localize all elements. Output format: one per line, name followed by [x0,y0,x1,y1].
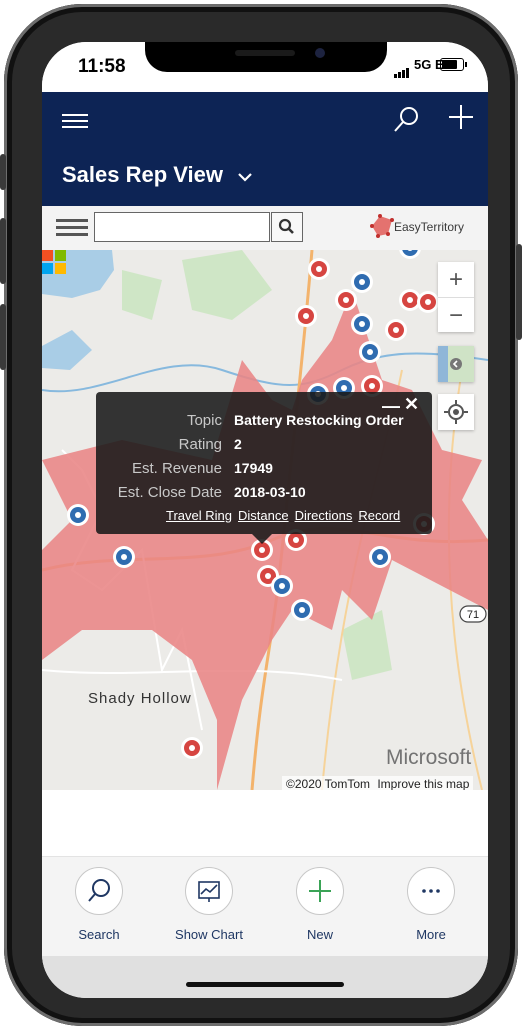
status-time: 11:58 [78,56,126,77]
map-pin[interactable] [113,546,135,568]
map-pin[interactable] [359,341,381,363]
record-popup: — ✕ Topic Battery Restocking Order Rating… [96,392,432,544]
map-pin[interactable] [351,271,373,293]
map-pin[interactable] [369,546,391,568]
show-chart-button[interactable]: Show Chart [164,867,254,957]
locate-me-button[interactable] [438,394,474,430]
map-pin[interactable] [417,291,439,313]
brand-name: EasyTerritory [394,220,465,234]
search-button-label: Search [78,927,120,942]
record-link[interactable]: Record [358,508,400,523]
phone-frame: 11:58 5G E Sales Rep View EasyTerritory [0,4,522,1026]
search-icon [88,879,110,902]
map-style-button[interactable] [438,346,474,382]
field-label: Rating [178,436,222,453]
popup-row-close-date: Est. Close Date 2018-03-10 [96,484,432,506]
view-title: Sales Rep View [62,162,224,187]
add-icon[interactable] [446,102,476,132]
map-pin[interactable] [385,319,407,341]
home-indicator[interactable] [186,982,344,987]
chart-icon [198,881,220,902]
popup-links: Travel Ring Distance Directions Record [166,508,406,523]
map-style-icon [438,346,474,382]
new-button[interactable]: New [275,867,365,957]
power-button [516,244,522,340]
map-pin[interactable] [295,305,317,327]
more-button[interactable]: More [386,867,476,957]
view-selector[interactable]: Sales Rep View [62,162,253,188]
travel-ring-link[interactable]: Travel Ring [166,508,232,523]
field-value: 17949 [234,460,273,476]
signal-icon [394,60,410,78]
easyterritory-logo: EasyTerritory [368,214,484,242]
map-view[interactable]: 71 + − Shady Hollow Microsoft ©2020 TomT… [42,250,488,790]
app-header: Sales Rep View [42,92,488,206]
volume-down-button [0,304,6,370]
map-pin[interactable] [271,575,293,597]
command-bar: Search Show Chart New More [42,856,488,957]
field-label: Est. Close Date [117,484,222,501]
map-pin[interactable] [399,250,421,259]
show-chart-button-label: Show Chart [175,927,243,942]
map-pin[interactable] [308,258,330,280]
popup-row-rating: Rating 2 [96,436,432,458]
map-pin[interactable] [335,289,357,311]
improve-map-link[interactable]: Improve this map [377,777,469,790]
field-label: Est. Revenue [131,460,222,477]
distance-link[interactable]: Distance [238,508,289,523]
search-icon [278,218,294,234]
zoom-control: + − [438,262,474,332]
locate-icon [444,400,468,424]
more-button-label: More [416,927,446,942]
home-indicator-area [42,956,488,998]
field-value: 2018-03-10 [234,484,306,500]
field-label: Topic [186,412,222,429]
menu-icon[interactable] [62,110,88,132]
route-number: 71 [467,609,479,621]
microsoft-logo-icon [42,250,66,274]
zoom-out-button[interactable]: − [438,298,474,333]
highway-shield: 71 [459,605,487,623]
search-button[interactable]: Search [54,867,144,957]
map-menu-icon[interactable] [56,215,88,241]
map-toolbar: EasyTerritory [42,206,488,250]
battery-icon [440,58,467,71]
popup-row-topic: Topic Battery Restocking Order [96,412,432,434]
plus-icon [309,880,331,902]
field-value: 2 [234,436,242,452]
directions-link[interactable]: Directions [295,508,353,523]
new-button-label: New [306,927,333,942]
map-search-button[interactable] [271,212,303,242]
map-pin[interactable] [181,737,203,759]
place-label: Shady Hollow [88,690,192,707]
mute-switch [0,154,6,190]
map-pin[interactable] [351,313,373,335]
field-value: Battery Restocking Order [234,412,404,428]
volume-up-button [0,218,6,284]
screen: 11:58 5G E Sales Rep View EasyTerritory [42,42,488,998]
ellipsis-icon [422,889,440,893]
popup-pointer [252,534,272,544]
map-pin[interactable] [291,599,313,621]
map-search-input[interactable] [94,212,270,242]
map-pin[interactable] [67,504,89,526]
notch [145,42,387,72]
territory-logo-icon [370,214,394,238]
chevron-down-icon [238,173,252,182]
popup-row-revenue: Est. Revenue 17949 [96,460,432,482]
copyright-text: ©2020 TomTom [286,777,370,790]
zoom-in-button[interactable]: + [438,262,474,297]
microsoft-wordmark: Microsoft [386,746,472,769]
search-icon[interactable] [392,104,422,134]
map-attribution: ©2020 TomTom Improve this map [282,776,474,790]
